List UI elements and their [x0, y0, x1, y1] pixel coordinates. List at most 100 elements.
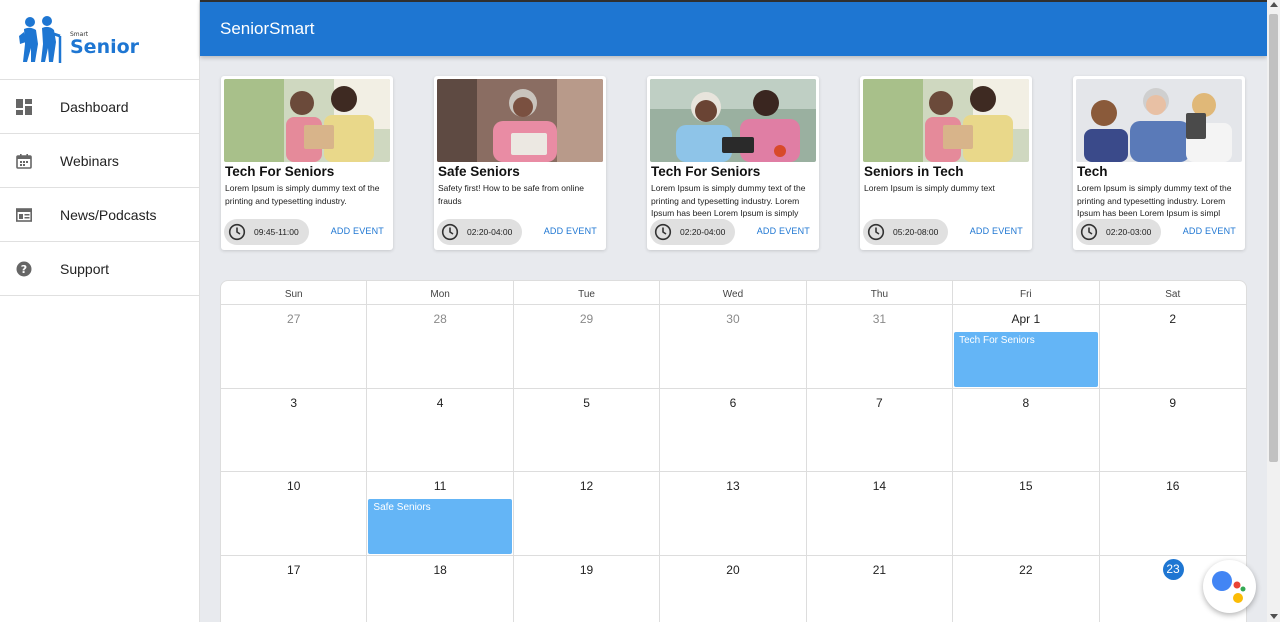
- sidebar-item-label: Dashboard: [60, 98, 129, 115]
- calendar-day[interactable]: 8: [953, 388, 1100, 471]
- scroll-thumb[interactable]: [1269, 14, 1278, 462]
- time-chip: 09:45-11:00: [224, 219, 309, 245]
- logo-text: Senior: [70, 36, 140, 58]
- calendar-day[interactable]: 21: [807, 555, 954, 622]
- assistant-icon: [1212, 571, 1246, 603]
- calendar-event[interactable]: Safe Seniors: [368, 499, 513, 554]
- calendar-day[interactable]: 12: [514, 472, 661, 555]
- time-range: 02:20-03:00: [1106, 227, 1152, 237]
- scroll-down-arrow-icon[interactable]: [1270, 614, 1278, 619]
- calendar-day[interactable]: Apr 1 Tech For Seniors: [953, 305, 1100, 388]
- time-chip: 05:20-08:00: [863, 219, 949, 245]
- calendar-day[interactable]: 31: [807, 305, 954, 388]
- day-number: 18: [433, 562, 447, 577]
- day-number: Apr 1: [1011, 312, 1041, 326]
- calendar-day[interactable]: 17: [221, 555, 368, 622]
- calendar-day[interactable]: 5: [514, 388, 661, 471]
- calendar-day[interactable]: 15: [953, 472, 1100, 555]
- card-description: Lorem Ipsum is simply dummy text of the …: [651, 183, 806, 218]
- day-number: 19: [579, 562, 594, 577]
- day-number: 9: [1169, 395, 1177, 410]
- weekday-label: Tue: [514, 281, 661, 304]
- add-event-button[interactable]: ADD EVENT: [331, 226, 384, 236]
- calendar-day[interactable]: 2: [1100, 305, 1246, 388]
- day-number: 11: [433, 479, 447, 493]
- calendar-day[interactable]: 3: [221, 388, 368, 471]
- calendar-week: 17 18 19 20 21 22 23: [221, 555, 1246, 622]
- day-number: 21: [872, 562, 887, 577]
- calendar-day[interactable]: 27: [221, 305, 368, 388]
- vertical-scrollbar[interactable]: [1267, 0, 1280, 622]
- sidebar-item-dashboard[interactable]: Dashboard: [0, 80, 199, 134]
- webinar-photo: [650, 79, 816, 162]
- time-range: 05:20-08:00: [893, 227, 939, 237]
- clock-icon: [1080, 223, 1098, 241]
- time-range: 02:20-04:00: [467, 227, 513, 237]
- weekday-label: Sat: [1165, 289, 1181, 300]
- calendar-day[interactable]: 14: [807, 472, 954, 555]
- sidebar-item-webinars[interactable]: Webinars: [0, 134, 199, 188]
- calendar-day[interactable]: 13: [660, 472, 807, 555]
- day-number: 14: [872, 479, 887, 493]
- logo[interactable]: Smart Senior: [0, 0, 199, 80]
- time-range: 09:45-11:00: [254, 227, 299, 237]
- sidebar-item-label: Support: [60, 260, 110, 277]
- dashboard-icon: [16, 98, 32, 115]
- calendar-day[interactable]: 19: [514, 555, 661, 622]
- weekday-label: Thu: [807, 281, 954, 304]
- calendar-icon: [16, 153, 32, 169]
- calendar-day[interactable]: 18: [367, 555, 514, 622]
- card-description: Lorem Ipsum is simply dummy text: [864, 183, 995, 193]
- webinar-card[interactable]: Tech Lorem Ipsum is simply dummy text of…: [1073, 76, 1245, 250]
- calendar-day[interactable]: 4: [367, 388, 514, 471]
- sidebar-item-support[interactable]: ? Support: [0, 242, 199, 296]
- help-icon: ?: [16, 261, 32, 277]
- calendar-event[interactable]: Tech For Seniors: [954, 332, 1099, 387]
- month-calendar: Sun Mon Tue Wed Thu Fri Sat 27 28 29 30 …: [220, 280, 1247, 622]
- scroll-up-arrow-icon[interactable]: [1270, 2, 1278, 7]
- card-title: Seniors in Tech: [864, 164, 964, 179]
- calendar-day[interactable]: 6: [660, 388, 807, 471]
- calendar-day[interactable]: 16: [1100, 472, 1246, 555]
- calendar-day[interactable]: 10: [221, 472, 368, 555]
- page-title: SeniorSmart: [220, 19, 315, 38]
- add-event-button[interactable]: ADD EVENT: [544, 226, 597, 236]
- add-event-button[interactable]: ADD EVENT: [757, 226, 810, 236]
- day-number: 8: [1022, 395, 1030, 410]
- day-number: 3: [290, 395, 298, 410]
- day-number: 17: [287, 562, 301, 577]
- assistant-button[interactable]: [1203, 560, 1256, 613]
- sidebar-item-news-podcasts[interactable]: News/Podcasts: [0, 188, 199, 242]
- calendar-day[interactable]: 28: [367, 305, 514, 388]
- calendar-day[interactable]: 11 Safe Seniors: [367, 472, 514, 555]
- calendar-day[interactable]: 9: [1100, 389, 1246, 472]
- day-number: 7: [876, 395, 883, 410]
- calendar-day[interactable]: 30: [660, 305, 807, 388]
- seniors-logo-icon: [19, 15, 62, 63]
- card-description: Lorem Ipsum is simply dummy text of the …: [225, 183, 380, 206]
- add-event-button[interactable]: ADD EVENT: [970, 226, 1023, 236]
- day-number: 27: [287, 312, 301, 326]
- webinar-card[interactable]: Seniors in Tech Lorem Ipsum is simply du…: [860, 76, 1032, 250]
- clock-icon: [654, 223, 672, 241]
- calendar-day[interactable]: 22: [953, 555, 1100, 622]
- sidebar-item-label: News/Podcasts: [60, 206, 157, 223]
- weekday-header: Sun Mon Tue Wed Thu Fri Sat: [221, 281, 1246, 305]
- day-number: 16: [1166, 479, 1180, 493]
- webinar-card[interactable]: Tech For Seniors Lorem Ipsum is simply d…: [647, 76, 819, 250]
- day-number: 10: [287, 479, 301, 493]
- day-number: 2: [1169, 312, 1177, 326]
- time-chip: 02:20-04:00: [650, 219, 736, 245]
- webinar-card[interactable]: Tech For Seniors Lorem Ipsum is simply d…: [221, 76, 393, 250]
- time-range: 02:20-04:00: [680, 227, 726, 237]
- day-number: 12: [579, 479, 594, 493]
- day-number: 5: [583, 395, 590, 410]
- clock-icon: [867, 223, 885, 241]
- webinar-card[interactable]: Safe Seniors Safety first! How to be saf…: [434, 76, 606, 250]
- calendar-day[interactable]: 20: [660, 555, 807, 622]
- calendar-day[interactable]: 7: [807, 388, 954, 471]
- add-event-button[interactable]: ADD EVENT: [1183, 226, 1236, 236]
- webinar-photo: [1076, 79, 1242, 162]
- webinar-photo: [224, 79, 390, 162]
- calendar-day[interactable]: 29: [514, 305, 661, 388]
